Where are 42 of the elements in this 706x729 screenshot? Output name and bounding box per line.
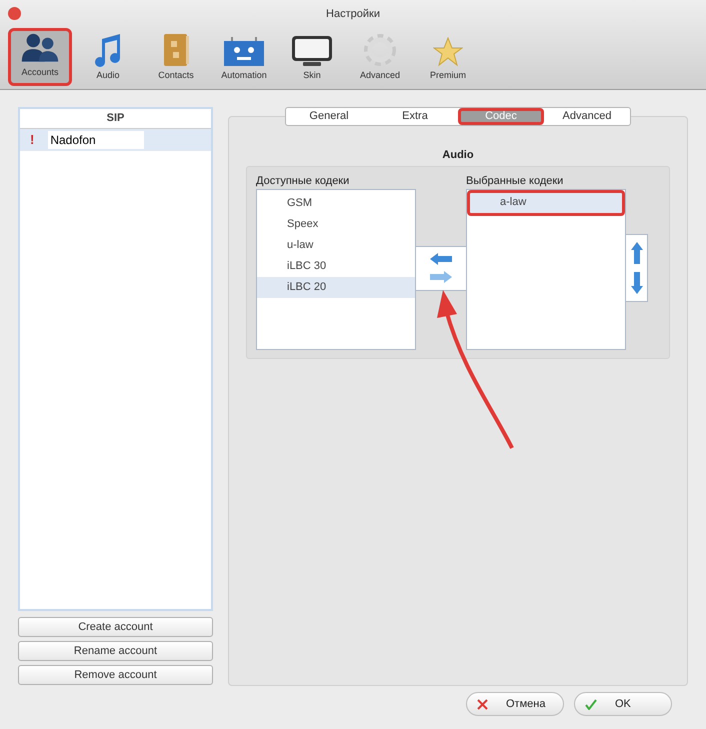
tab[interactable]: General (286, 108, 372, 125)
down-arrow-icon[interactable] (630, 272, 642, 294)
toolbar-item[interactable]: Premium (416, 28, 480, 86)
toolbar-item[interactable]: Accounts (8, 28, 72, 86)
cross-icon (477, 698, 488, 710)
address-book-icon (162, 32, 190, 66)
left-arrow-icon[interactable] (430, 253, 452, 265)
account-name: Nadofon (48, 131, 144, 149)
codec-item[interactable]: Speex (257, 214, 415, 234)
people-icon (20, 31, 60, 64)
close-icon[interactable] (8, 7, 21, 20)
codec-item[interactable]: u-law (257, 234, 415, 256)
up-arrow-icon[interactable] (630, 242, 642, 264)
codec-item[interactable]: iLBC 20 (257, 276, 415, 298)
toolbar-item[interactable]: Skin (280, 28, 344, 86)
star-icon (433, 36, 463, 66)
toolbar-item[interactable]: Contacts (144, 28, 208, 86)
account-button[interactable]: Create account (18, 617, 213, 637)
right-arrow-icon[interactable] (430, 271, 452, 283)
account-button[interactable]: Remove account (18, 665, 213, 685)
robot-face-icon (223, 36, 265, 66)
account-button[interactable]: Rename account (18, 641, 213, 661)
gear-icon (363, 32, 397, 66)
toolbar-item[interactable]: Audio (76, 28, 140, 86)
list-label: Выбранные кодеки (466, 174, 564, 188)
codec-item[interactable]: a-law (467, 190, 625, 216)
dialog-button[interactable]: OK (574, 692, 672, 716)
toolbar-item[interactable]: Automation (212, 28, 276, 86)
section-title: Audio (442, 148, 474, 163)
music-note-icon (93, 32, 123, 66)
codec-item[interactable]: iLBC 30 (257, 256, 415, 276)
toolbar-item[interactable]: Advanced (348, 28, 412, 86)
check-icon (585, 698, 597, 710)
list-label: Доступные кодеки (256, 174, 350, 188)
warning-mark: ! (30, 131, 34, 150)
tab[interactable]: Advanced (544, 108, 630, 125)
tab[interactable]: Extra (372, 108, 458, 125)
window-title: Настройки (326, 6, 380, 22)
codec-item[interactable]: GSM (257, 192, 415, 214)
account-row[interactable]: ! Nadofon (20, 129, 211, 151)
monitor-icon (291, 34, 333, 66)
dialog-button[interactable]: Отмена (466, 692, 564, 716)
